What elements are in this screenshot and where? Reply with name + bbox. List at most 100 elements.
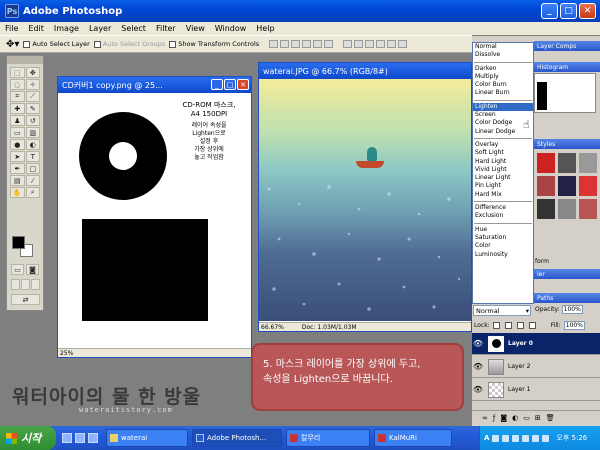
style-swatch[interactable] — [558, 153, 576, 173]
brush-tool-icon[interactable]: ✎ — [25, 103, 40, 114]
style-swatch[interactable] — [579, 176, 597, 196]
style-swatch[interactable] — [558, 176, 576, 196]
style-swatch[interactable] — [537, 176, 555, 196]
magic-wand-icon[interactable]: ✧ — [25, 79, 40, 90]
style-swatch[interactable] — [537, 199, 555, 219]
layer-row[interactable]: 👁 Layer 1 — [472, 379, 600, 401]
style-swatch[interactable] — [558, 199, 576, 219]
foreground-color-swatch[interactable] — [12, 236, 25, 249]
zoom-tool-icon[interactable]: ⌕ — [25, 187, 40, 198]
quick-mask-icon[interactable]: ◙ — [26, 264, 39, 275]
layers-tab-bar[interactable]: ler — [534, 269, 600, 279]
blend-option[interactable]: Color — [473, 242, 533, 250]
adjustment-layer-icon[interactable]: ◐ — [512, 414, 518, 422]
dodge-tool-icon[interactable]: ◐ — [25, 139, 40, 150]
quicklaunch-icon[interactable] — [88, 433, 98, 443]
blend-option[interactable]: Saturation — [473, 234, 533, 242]
taskbar-item[interactable]: Adobe Photosh... — [192, 429, 282, 447]
blend-option[interactable]: Darken — [473, 65, 533, 73]
new-group-icon[interactable]: ▭ — [523, 414, 530, 422]
blend-mode-select[interactable]: Normal ▾ — [473, 305, 531, 316]
document-titlebar[interactable]: waterai.JPG @ 66.7% (RGB/8#) — [259, 63, 471, 79]
screen-mode-2-icon[interactable] — [21, 279, 30, 290]
menu-image[interactable]: Image — [49, 24, 84, 33]
tray-icon[interactable] — [492, 434, 500, 442]
eraser-tool-icon[interactable]: ▭ — [10, 127, 25, 138]
lock-transparent-icon[interactable] — [492, 322, 500, 329]
distribute-icons[interactable] — [343, 40, 408, 48]
blend-option-selected[interactable]: Lighten — [473, 102, 533, 112]
blend-option[interactable]: Difference — [473, 204, 533, 212]
blend-option[interactable]: Hue — [473, 226, 533, 234]
move-tool-icon[interactable]: ✥▾ — [6, 39, 19, 50]
slice-tool-icon[interactable]: ⟋ — [25, 91, 40, 102]
menu-layer[interactable]: Layer — [84, 24, 116, 33]
eyedropper-icon[interactable]: ⁄ — [25, 175, 40, 186]
tab-histogram[interactable]: Histogram — [537, 64, 568, 71]
blend-option[interactable]: Color Burn — [473, 81, 533, 89]
opacity-control[interactable]: Opacity: 100% — [535, 305, 583, 314]
layer-name[interactable]: Layer 0 — [508, 340, 533, 347]
layer-name[interactable]: Layer 2 — [508, 363, 530, 370]
quicklaunch-icon[interactable] — [62, 433, 72, 443]
toolbox-grip[interactable] — [7, 56, 43, 64]
stamp-tool-icon[interactable]: ♟ — [10, 115, 25, 126]
layer-name[interactable]: Layer 1 — [508, 386, 530, 393]
blur-tool-icon[interactable]: ● — [10, 139, 25, 150]
blend-option[interactable]: Overlay — [473, 141, 533, 149]
blend-option[interactable]: Dissolve — [473, 51, 533, 59]
lasso-tool-icon[interactable]: ◌ — [10, 79, 25, 90]
tray-icon[interactable] — [522, 434, 530, 442]
imageready-icon[interactable]: ⇄ — [11, 294, 40, 305]
standard-mode-icon[interactable]: ▭ — [11, 264, 24, 275]
taskbar-item[interactable]: 칼무리 — [286, 429, 370, 447]
blend-option[interactable]: Normal — [473, 43, 533, 51]
layer-row[interactable]: 👁 Layer 2 — [472, 356, 600, 378]
layer-row[interactable]: 👁 Layer 0 — [472, 333, 600, 355]
lock-position-icon[interactable] — [516, 322, 524, 329]
blend-option[interactable]: Vivid Light — [473, 166, 533, 174]
new-layer-icon[interactable]: ⊞ — [535, 414, 541, 422]
histogram-tab-bar[interactable]: Histogram — [534, 62, 600, 72]
blend-option[interactable]: Hard Mix — [473, 191, 533, 199]
auto-select-layer-checkbox[interactable]: Auto Select Layer — [23, 40, 90, 48]
blend-option[interactable]: Linear Light — [473, 174, 533, 182]
opacity-input[interactable]: 100% — [561, 305, 583, 314]
healing-brush-icon[interactable]: ✚ — [10, 103, 25, 114]
blend-option[interactable]: Luminosity — [473, 251, 533, 259]
style-swatch[interactable] — [579, 153, 597, 173]
marquee-tool-icon[interactable]: ⬚ — [10, 67, 25, 78]
crop-tool-icon[interactable]: ⌗ — [10, 91, 25, 102]
language-indicator[interactable]: A — [484, 434, 489, 442]
blend-option[interactable]: Multiply — [473, 73, 533, 81]
menu-window[interactable]: Window — [210, 24, 252, 33]
hand-tool-icon[interactable]: ✋ — [10, 187, 25, 198]
taskbar-item[interactable]: KalMuRi — [374, 429, 452, 447]
lock-image-icon[interactable] — [504, 322, 512, 329]
tab-paths[interactable]: Paths — [537, 295, 553, 302]
quicklaunch-icon[interactable] — [75, 433, 85, 443]
doc-close-button[interactable]: ✕ — [237, 79, 249, 90]
doc-zoom-level[interactable]: 25% — [60, 350, 73, 357]
menu-filter[interactable]: Filter — [151, 24, 181, 33]
menu-select[interactable]: Select — [116, 24, 151, 33]
layer-style-icon[interactable]: ƒ — [493, 414, 495, 422]
doc-maximize-button[interactable]: □ — [224, 79, 236, 90]
doc-minimize-button[interactable]: _ — [211, 79, 223, 90]
type-tool-icon[interactable]: T — [25, 151, 40, 162]
doc-zoom-level[interactable]: 66.67% — [261, 324, 284, 331]
document-titlebar[interactable]: CD커버1 copy.png @ 25... _ □ ✕ — [58, 77, 251, 93]
tab-styles[interactable]: Styles — [537, 141, 555, 148]
link-layers-icon[interactable]: ∞ — [482, 414, 488, 422]
tray-icon[interactable] — [532, 434, 540, 442]
style-swatch[interactable] — [579, 199, 597, 219]
paths-tab-bar[interactable]: Paths — [534, 293, 600, 303]
path-selection-icon[interactable]: ➤ — [10, 151, 25, 162]
minimize-button[interactable]: _ — [541, 3, 558, 19]
style-swatch[interactable] — [537, 153, 555, 173]
styles-tab-bar[interactable]: Styles — [534, 139, 600, 149]
menu-view[interactable]: View — [181, 24, 210, 33]
tab-layer-comps[interactable]: Layer Comps — [537, 43, 576, 50]
eye-icon[interactable]: 👁 — [472, 357, 484, 377]
move-tool-icon[interactable]: ✥ — [25, 67, 40, 78]
